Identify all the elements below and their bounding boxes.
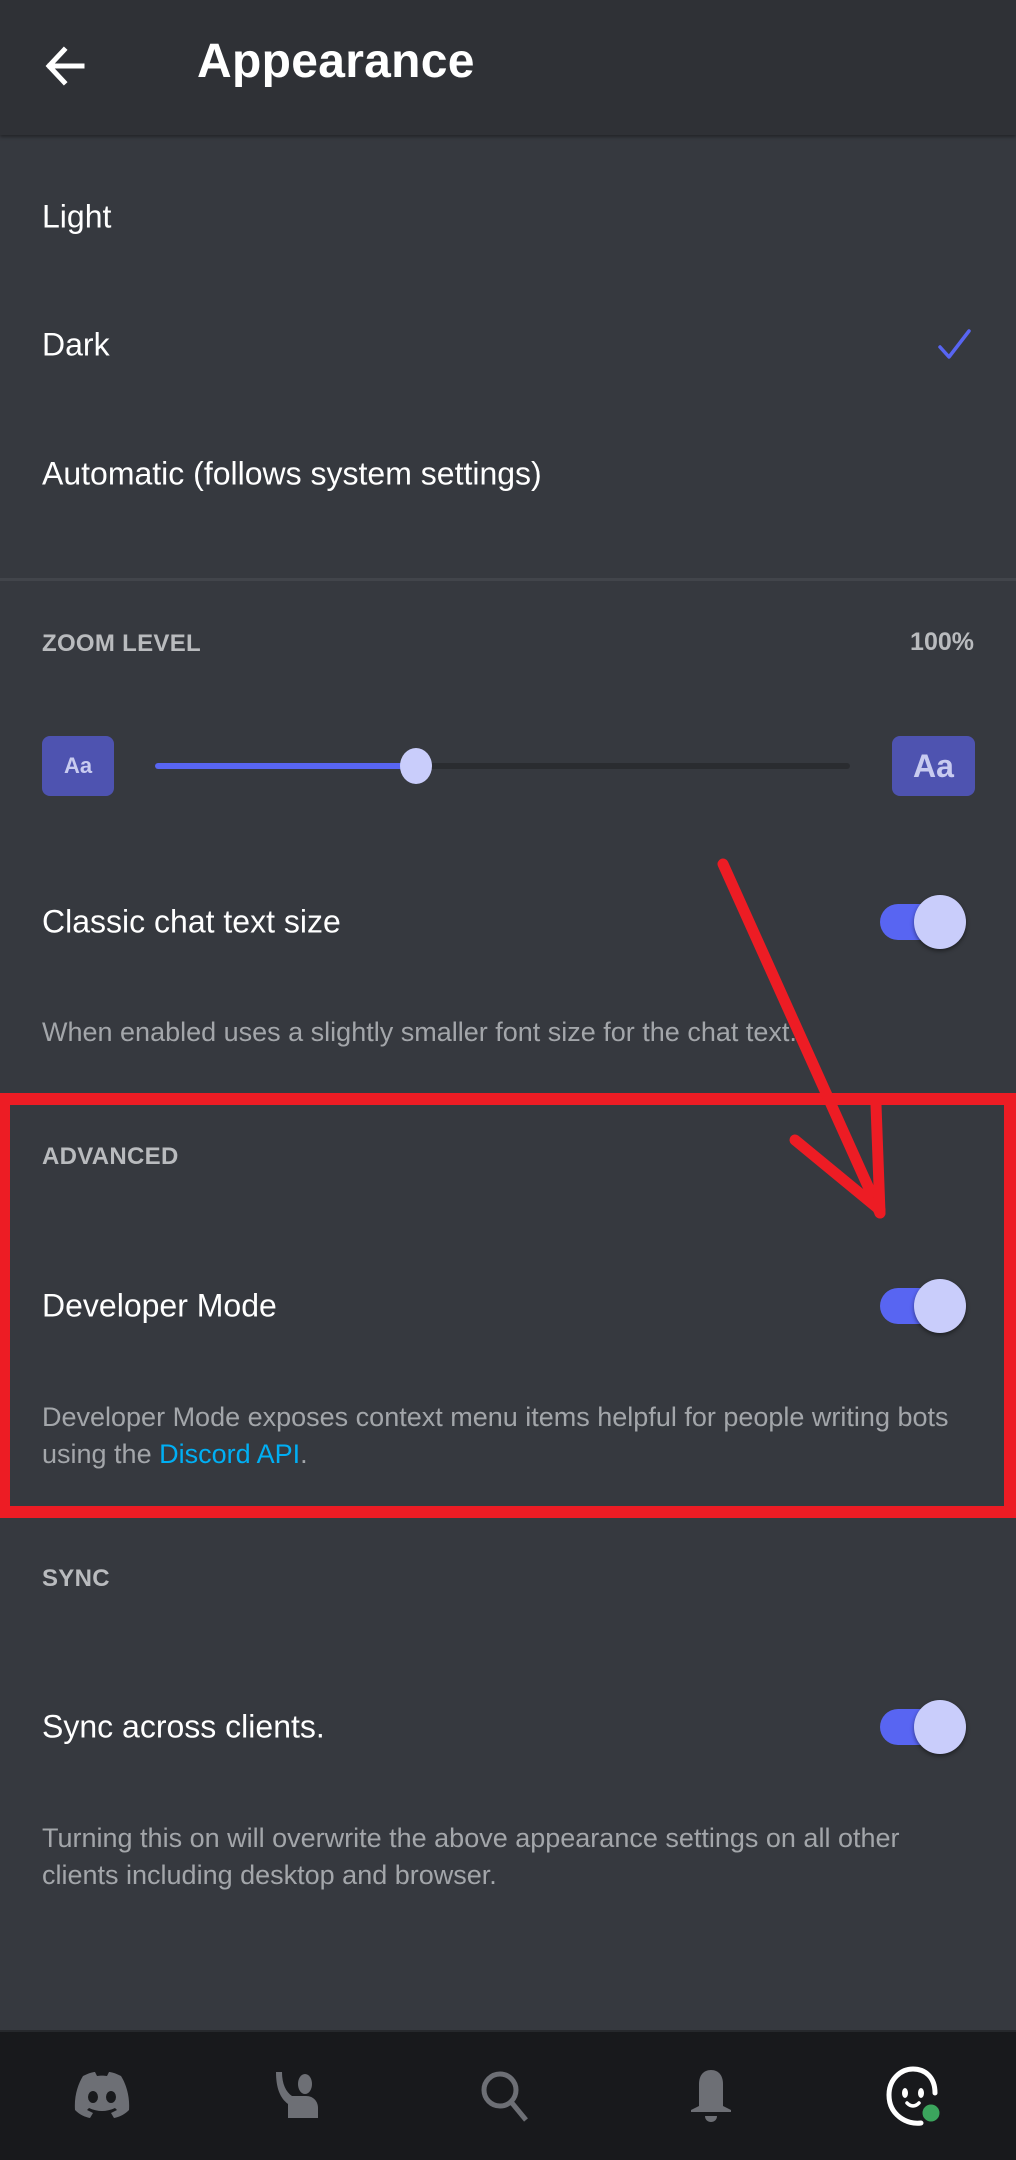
page-title: Appearance xyxy=(197,35,475,88)
toggle-knob xyxy=(914,1279,966,1333)
arrow-left-icon xyxy=(45,46,85,86)
bell-icon xyxy=(691,2070,731,2122)
developer-mode-row[interactable]: Developer Mode xyxy=(0,1251,1016,1361)
nav-search[interactable] xyxy=(470,2060,542,2132)
theme-option-dark[interactable]: Dark xyxy=(0,281,1016,409)
developer-mode-description: Developer Mode exposes context menu item… xyxy=(42,1399,982,1473)
slider-fill xyxy=(155,763,416,769)
checkmark-icon xyxy=(938,329,971,359)
app-header: Appearance xyxy=(0,0,1016,135)
back-button[interactable] xyxy=(38,36,98,96)
classic-chat-description: When enabled uses a slightly smaller fon… xyxy=(42,1017,797,1047)
description-period: . xyxy=(300,1439,308,1469)
sync-across-clients-label: Sync across clients. xyxy=(42,1708,325,1745)
zoom-increase-button[interactable]: Aa xyxy=(892,736,975,796)
sync-across-clients-toggle[interactable] xyxy=(880,1700,966,1754)
toggle-knob xyxy=(914,1700,966,1754)
theme-option-label: Light xyxy=(42,198,112,235)
discord-home-icon xyxy=(74,2072,130,2118)
section-divider xyxy=(0,578,1016,581)
theme-option-light[interactable]: Light xyxy=(0,153,1016,281)
profile-avatar-icon xyxy=(886,2066,943,2126)
developer-mode-toggle[interactable] xyxy=(880,1279,966,1333)
sync-across-clients-row[interactable]: Sync across clients. xyxy=(0,1672,1016,1782)
zoom-decrease-button[interactable]: Aa xyxy=(42,736,114,796)
zoom-level-label: ZOOM LEVEL xyxy=(42,630,201,657)
theme-option-label: Dark xyxy=(42,326,110,363)
discord-api-link[interactable]: Discord API xyxy=(159,1439,300,1469)
classic-chat-text-size-row[interactable]: Classic chat text size xyxy=(0,867,1016,977)
advanced-section-label: ADVANCED xyxy=(42,1143,179,1170)
search-icon xyxy=(481,2071,528,2122)
slider-thumb[interactable] xyxy=(399,748,432,784)
theme-option-label: Automatic (follows system settings) xyxy=(42,455,542,492)
nav-home[interactable] xyxy=(66,2060,138,2132)
theme-option-automatic[interactable]: Automatic (follows system settings) xyxy=(0,410,1016,538)
classic-chat-text-size-toggle[interactable] xyxy=(880,895,966,949)
developer-mode-label: Developer Mode xyxy=(42,1287,277,1324)
online-status-dot xyxy=(919,2101,943,2125)
nav-notifications[interactable] xyxy=(675,2060,747,2132)
toggle-knob xyxy=(914,895,966,949)
sync-description: Turning this on will overwrite the above… xyxy=(42,1823,900,1890)
friends-icon xyxy=(276,2072,318,2118)
nav-friends[interactable] xyxy=(266,2060,338,2132)
zoom-slider[interactable] xyxy=(155,744,850,788)
nav-profile[interactable] xyxy=(878,2060,950,2132)
zoom-level-value: 100% xyxy=(910,628,974,656)
bottom-navigation xyxy=(0,2030,1016,2160)
classic-chat-text-size-label: Classic chat text size xyxy=(42,903,341,940)
sync-section-label: SYNC xyxy=(42,1565,110,1592)
